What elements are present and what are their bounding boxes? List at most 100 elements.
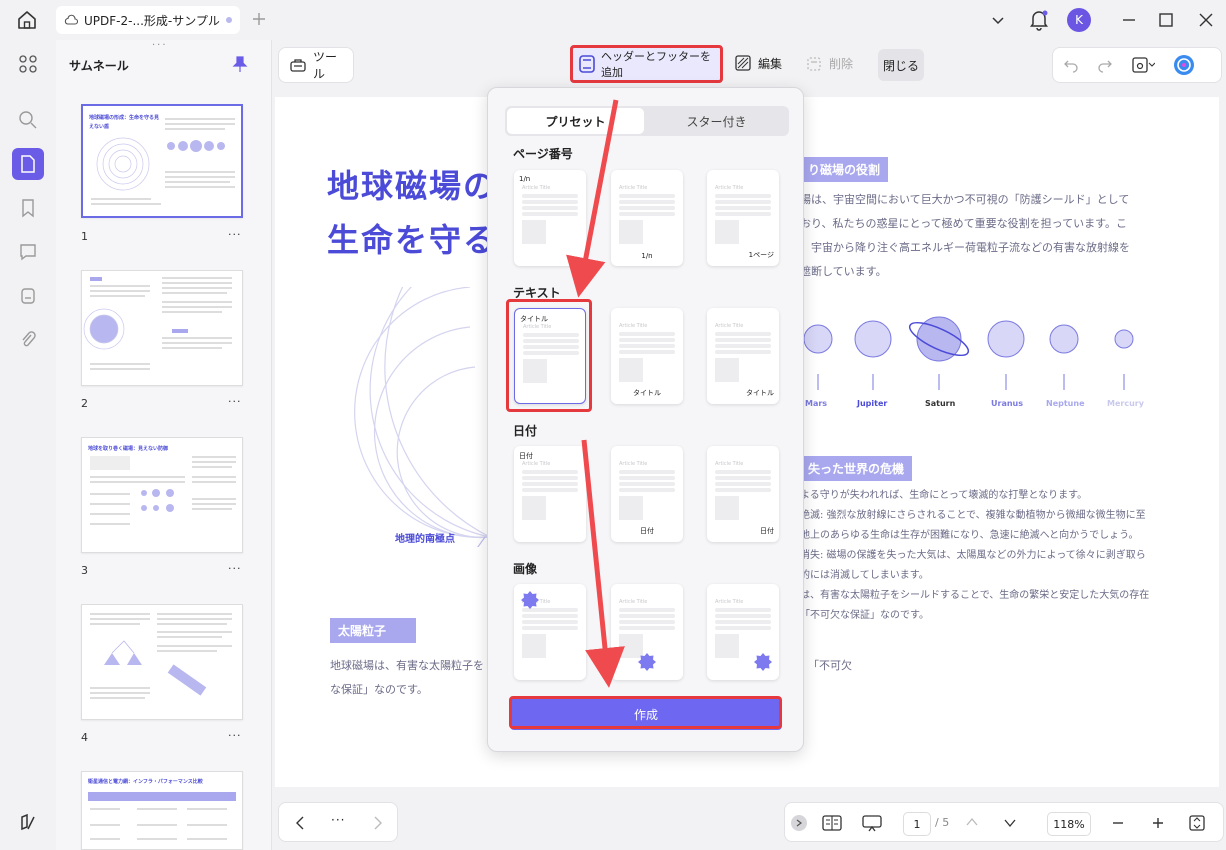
page-thumbnail-2[interactable] <box>81 270 243 386</box>
preset-card[interactable]: Article Title 1/n <box>514 170 586 266</box>
more-options-button[interactable]: ··· <box>331 813 345 827</box>
placeholder-line <box>715 614 771 618</box>
solar-text-line2: な保証」なのです。 <box>330 683 428 696</box>
attachment-icon[interactable] <box>12 324 44 356</box>
placeholder-line <box>522 206 578 210</box>
document-tab[interactable]: UPDF-2-...形成-サンプル <box>56 6 240 34</box>
prev-page-icon[interactable] <box>293 815 307 831</box>
thumb-more-button[interactable]: ··· <box>228 562 242 575</box>
placeholder-block <box>522 634 546 658</box>
home-icon[interactable] <box>16 9 38 31</box>
search-icon[interactable] <box>12 104 44 136</box>
preset-card[interactable]: Article Title 1/n <box>611 170 683 266</box>
card-label-bottom-center: 1/n <box>641 252 653 260</box>
text-line: 絶滅: 強烈な放射線にさらされることで、複雑な動植物から微細な微生物に至 <box>800 510 1146 521</box>
fit-page-icon[interactable] <box>1188 814 1206 832</box>
card-label-bottom-right: タイトル <box>746 389 774 397</box>
placeholder-line <box>715 620 771 624</box>
card-label-bottom-right: 1ページ <box>748 251 774 259</box>
placeholder-line <box>522 482 578 486</box>
preset-card[interactable]: Article Title 日付 <box>611 446 683 542</box>
placeholder-line <box>619 482 675 486</box>
placeholder-line <box>619 470 675 474</box>
maximize-icon[interactable] <box>1157 11 1175 29</box>
page-down-icon[interactable] <box>1003 816 1017 830</box>
placeholder-line <box>715 350 771 354</box>
thumb-more-button[interactable]: ··· <box>228 395 242 408</box>
page-thumbnail-4[interactable] <box>81 604 243 720</box>
page-up-icon[interactable] <box>965 815 979 829</box>
thumb-more-button[interactable]: ··· <box>228 228 242 241</box>
placeholder-line <box>715 200 771 204</box>
thumb-more-button[interactable]: ··· <box>228 729 242 742</box>
tools-button[interactable]: ツール <box>278 47 354 83</box>
expand-icon[interactable] <box>791 815 807 831</box>
ai-assistant-icon[interactable] <box>1173 54 1195 76</box>
preset-section-title: 日付 <box>513 424 538 438</box>
edit-button[interactable]: 編集 <box>734 54 782 72</box>
apps-icon[interactable] <box>12 48 44 80</box>
preset-card[interactable]: Article Title 1ページ <box>707 170 779 266</box>
stamp-icon[interactable] <box>12 280 44 312</box>
zoom-level-input[interactable]: 118% <box>1047 812 1091 836</box>
delete-button[interactable]: 削除 <box>805 54 853 72</box>
page-thumbnail-1[interactable]: 地球磁場の形成：生命を守る見えない盾 <box>81 104 243 218</box>
avatar[interactable]: K <box>1067 8 1091 32</box>
placeholder-block <box>619 358 643 382</box>
left-rail <box>0 40 56 850</box>
preset-card[interactable]: Article Title <box>611 584 683 680</box>
placeholder-line <box>619 476 675 480</box>
layers-icon[interactable] <box>12 806 44 838</box>
preset-card[interactable]: Article Title <box>707 584 779 680</box>
south-pole-label: 地理的南極点 <box>395 534 455 545</box>
page-number-input[interactable]: 1 <box>903 812 931 836</box>
bookmark-icon[interactable] <box>12 192 44 224</box>
redo-icon[interactable] <box>1097 57 1113 73</box>
planet-label-mercury: Mercury <box>1107 399 1144 408</box>
minimize-icon[interactable] <box>1120 11 1138 29</box>
zoom-in-icon[interactable] <box>1151 816 1165 830</box>
article-title-placeholder: Article Title <box>715 185 744 191</box>
page-thumbnail-5[interactable]: 衛星通信と電力網：インフラ・パフォーマンス比較 <box>81 771 243 850</box>
preset-card[interactable]: Article Title タイトル <box>611 308 683 404</box>
next-page-icon[interactable] <box>371 815 385 831</box>
bell-icon[interactable] <box>1029 9 1049 31</box>
preset-card[interactable]: Article Title 日付 <box>707 446 779 542</box>
presentation-icon[interactable] <box>861 814 883 832</box>
thumbnails-icon[interactable] <box>12 148 44 180</box>
panel-drag-handle[interactable]: ··· <box>152 40 168 51</box>
close-window-icon[interactable] <box>1197 11 1215 29</box>
undo-icon[interactable] <box>1063 57 1079 73</box>
section-heading-lost: 失った世界の危機 <box>800 456 913 481</box>
placeholder-line <box>522 620 578 624</box>
placeholder-line <box>619 350 675 354</box>
article-title-placeholder: Article Title <box>715 323 744 329</box>
card-label-bottom-center: タイトル <box>633 389 661 397</box>
placeholder-line <box>715 608 771 612</box>
placeholder-line <box>522 200 578 204</box>
tab-title: UPDF-2-...形成-サンプル <box>84 13 220 28</box>
placeholder-line <box>522 212 578 216</box>
add-header-footer-button[interactable]: ヘッダーとフッターを追加 <box>570 45 723 83</box>
tools-label: ツール <box>313 50 338 81</box>
preset-card[interactable]: Article Title タイトル <box>707 308 779 404</box>
page-layout-icon[interactable] <box>822 814 842 832</box>
article-title-placeholder: Article Title <box>619 599 648 605</box>
comment-icon[interactable] <box>12 236 44 268</box>
new-tab-icon[interactable] <box>250 10 268 28</box>
tab-preset[interactable]: プリセット <box>507 108 644 134</box>
lost-paragraph: よる守りが失われれば、生命にとって壊滅的な打撃となります。 絶滅: 強烈な放射線… <box>800 486 1210 626</box>
role-paragraph: 場は、宇宙空間において巨大かつ不可視の「防護シールド」として おり、私たちの惑星… <box>800 188 1200 284</box>
close-mode-button[interactable]: 閉じる <box>878 49 924 81</box>
preset-card[interactable]: Article Title 日付 <box>514 446 586 542</box>
tab-starred[interactable]: スター付き <box>646 108 787 134</box>
pin-icon[interactable] <box>232 55 248 73</box>
chevron-down-icon[interactable] <box>990 12 1006 28</box>
save-icon[interactable] <box>1131 56 1155 74</box>
preset-card[interactable]: Article Title <box>514 584 586 680</box>
view-controls-group: 1 / 5 118% <box>784 802 1224 842</box>
page-thumbnail-3[interactable]: 地球を取り巻く磁場：見えない防御 <box>81 437 243 553</box>
bottom-bar: ··· 1 / 5 118% <box>272 798 1226 850</box>
zoom-out-icon[interactable] <box>1111 816 1125 830</box>
preset-section-title: 画像 <box>513 562 538 576</box>
